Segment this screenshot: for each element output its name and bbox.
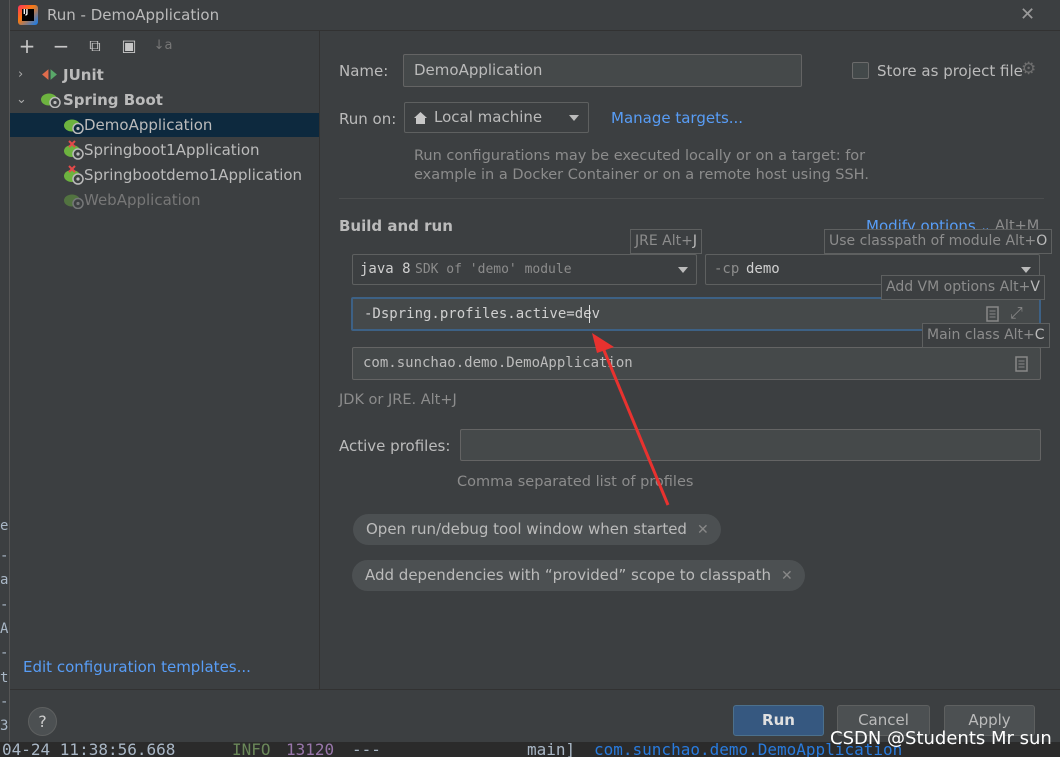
run-on-hint-line-2: example in a Docker Container or on a re… [414, 167, 869, 183]
tree-item-springbootdemo1-application[interactable]: Springbootdemo1Application [10, 163, 319, 187]
spring-boot-error-icon [64, 165, 84, 185]
text-cursor [589, 305, 590, 323]
copy-icon[interactable]: ⧉ [84, 35, 106, 57]
jre-select[interactable]: java 8 SDK of 'demo' module [352, 254, 697, 285]
build-and-run-heading: Build and run [339, 217, 453, 235]
chevron-down-icon: ⌄ [16, 92, 27, 107]
edit-configuration-templates-link[interactable]: Edit configuration templates... [23, 658, 251, 676]
main-class-input[interactable]: com.sunchao.demo.DemoApplication [352, 347, 1041, 380]
configuration-form: Name: DemoApplication Store as project f… [320, 31, 1060, 689]
document-icon[interactable] [986, 306, 999, 322]
configurations-tree-panel: + − ⧉ ▣ ↓a › JUnit ⌄ Spring Boot DemoApp… [10, 31, 320, 689]
background-editor-strip: e - a - A - t - 3 [0, 0, 9, 757]
active-profiles-input[interactable] [460, 429, 1041, 461]
run-button[interactable]: Run [733, 705, 824, 736]
tree-item-demo-application[interactable]: DemoApplication [10, 113, 319, 137]
tree-item-web-application[interactable]: WebApplication [10, 188, 319, 212]
close-icon[interactable]: ✕ [781, 568, 793, 584]
window-title: Run - DemoApplication [47, 6, 220, 24]
run-on-label: Run on: [339, 110, 397, 128]
chevron-down-icon [678, 267, 688, 273]
close-icon[interactable]: ✕ [1020, 4, 1035, 25]
active-profiles-label: Active profiles: [339, 437, 451, 455]
sort-icon[interactable]: ↓a [152, 35, 174, 57]
close-icon[interactable]: ✕ [697, 522, 709, 538]
new-folder-icon[interactable]: ▣ [118, 35, 140, 57]
tree-item-springboot1-application[interactable]: Springboot1Application [10, 138, 319, 162]
remove-icon[interactable]: − [50, 35, 72, 57]
spring-boot-error-icon [64, 140, 84, 160]
tree-toolbar: + − ⧉ ▣ ↓a [10, 35, 320, 59]
vm-options-shortcut-tooltip: Add VM options Alt+V [881, 275, 1045, 300]
active-profiles-hint: Comma separated list of profiles [457, 474, 694, 490]
main-class-shortcut-tooltip: Main class Alt+C [922, 323, 1050, 348]
jdk-hint: JDK or JRE. Alt+J [339, 392, 457, 408]
chevron-down-icon [569, 115, 579, 121]
tree-item-spring-boot[interactable]: ⌄ Spring Boot [10, 88, 319, 112]
junit-icon [42, 69, 57, 80]
gear-icon[interactable]: ⚙ [1021, 59, 1036, 79]
jre-shortcut-tooltip: JRE Alt+J [630, 229, 702, 254]
store-as-project-file-label: Store as project file [877, 62, 1023, 80]
classpath-shortcut-tooltip: Use classpath of module Alt+O [824, 229, 1053, 254]
title-bar: IJ Run - DemoApplication ✕ [10, 0, 1060, 31]
chevron-right-icon: › [18, 67, 24, 82]
run-on-hint-line-1: Run configurations may be executed local… [414, 148, 866, 164]
option-chip-provided-scope[interactable]: Add dependencies with “provided” scope t… [352, 560, 805, 591]
expand-icon[interactable]: ⤢ [1010, 303, 1023, 323]
home-icon [414, 112, 427, 124]
spring-boot-config-icon [64, 194, 84, 209]
document-icon[interactable] [1015, 356, 1028, 372]
intellij-app-icon: IJ [18, 5, 38, 25]
section-divider [339, 198, 1044, 199]
watermark: CSDN @Students Mr sun [830, 728, 1052, 749]
name-input[interactable]: DemoApplication [403, 54, 802, 87]
manage-targets-link[interactable]: Manage targets... [611, 109, 743, 127]
option-chip-open-tool-window[interactable]: Open run/debug tool window when started ✕ [353, 514, 721, 545]
run-on-select[interactable]: Local machine [404, 102, 589, 133]
help-button[interactable]: ? [28, 707, 57, 736]
tree-item-junit[interactable]: › JUnit [10, 63, 319, 87]
run-configurations-dialog: IJ Run - DemoApplication ✕ + − ⧉ ▣ ↓a › … [9, 0, 1060, 742]
spring-boot-icon [41, 93, 61, 108]
add-icon[interactable]: + [16, 35, 38, 57]
spring-boot-config-icon [64, 119, 84, 134]
store-as-project-file-checkbox[interactable] [852, 62, 869, 79]
name-label: Name: [339, 62, 389, 80]
chevron-down-icon [1021, 267, 1031, 273]
